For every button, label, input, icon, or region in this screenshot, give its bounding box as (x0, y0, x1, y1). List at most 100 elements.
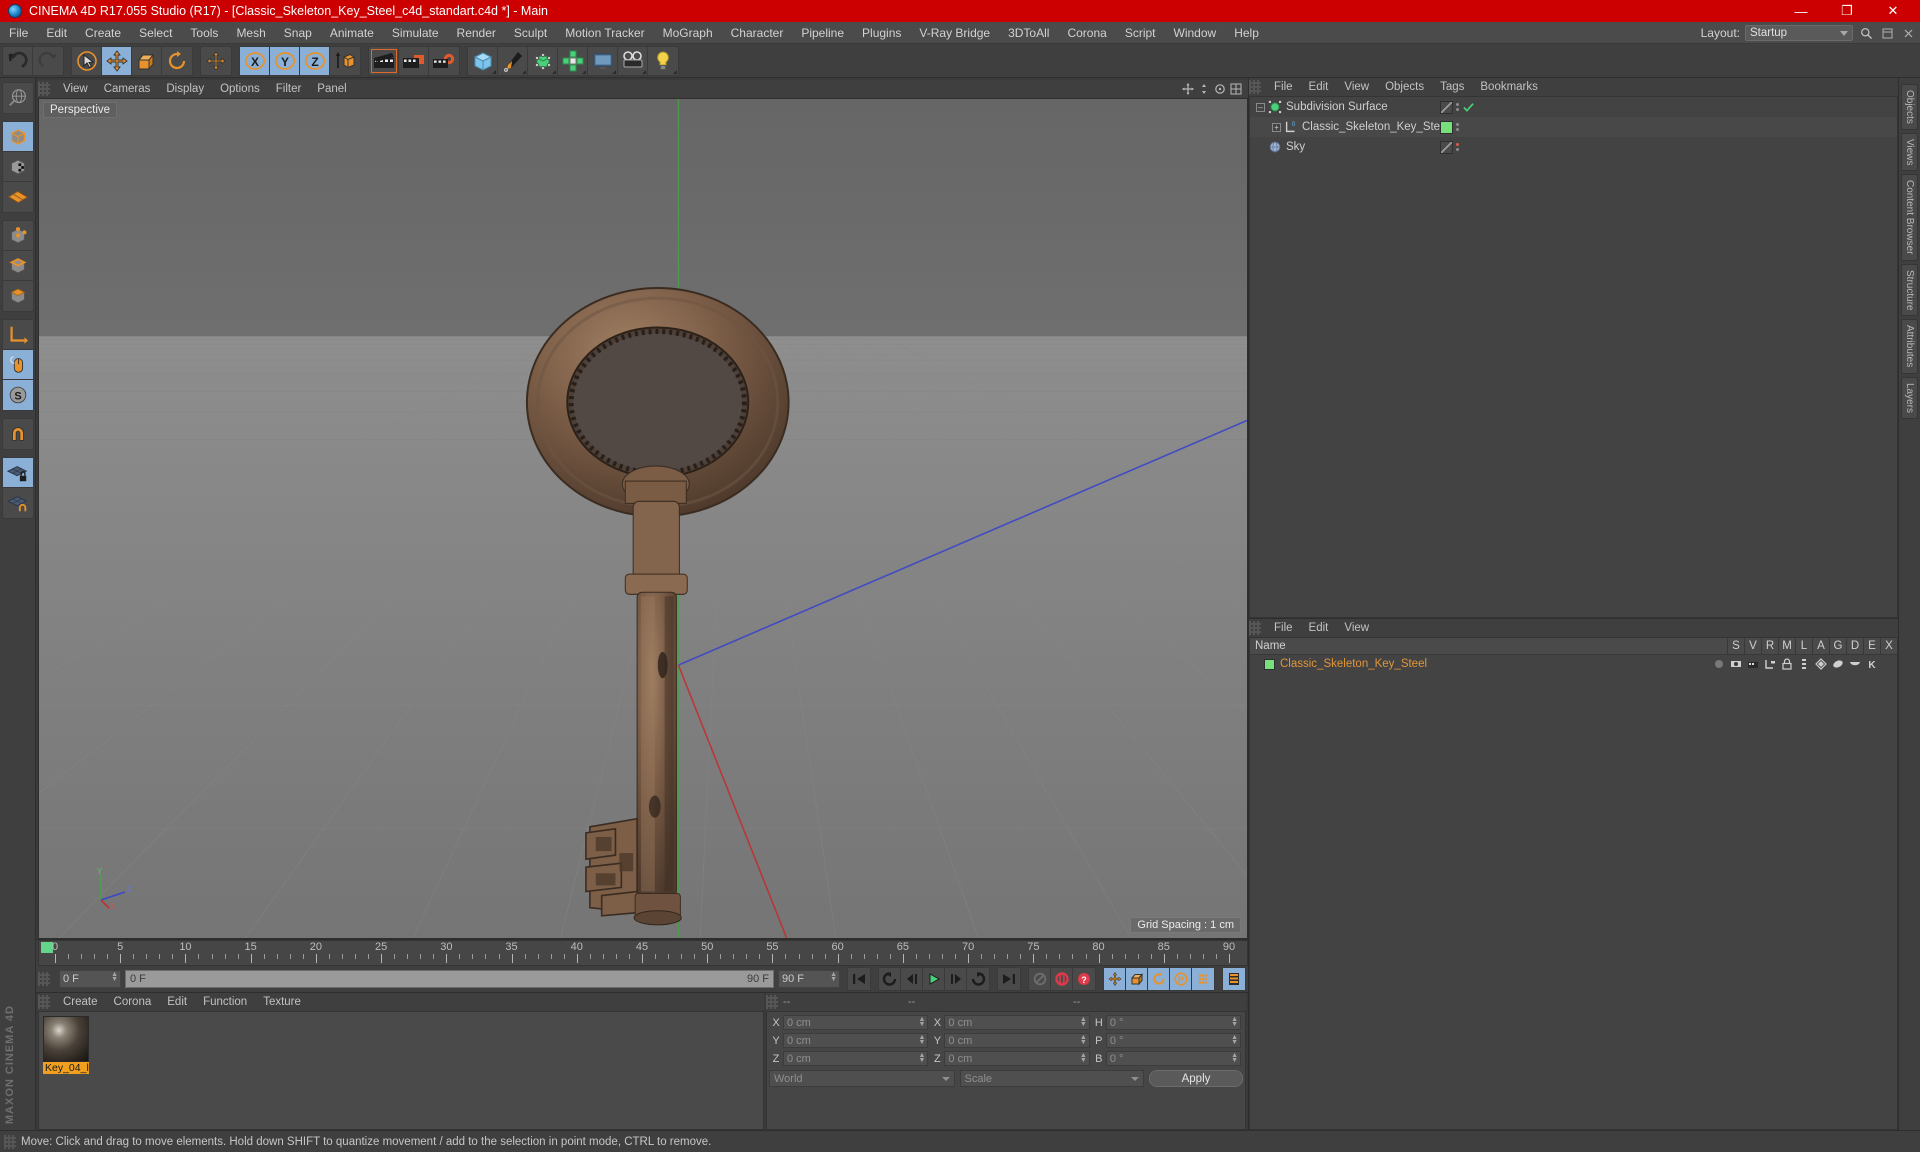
om-menu-tags[interactable]: Tags (1432, 78, 1472, 96)
perspective-viewport[interactable]: Perspective Grid Spacing : 1 cm Y Z X (38, 98, 1248, 939)
material-column-name[interactable]: Name (1250, 640, 1727, 652)
panel-grip-icon[interactable] (766, 995, 778, 1009)
rotate-tool-button[interactable] (162, 47, 192, 75)
material-column-l[interactable]: L (1795, 637, 1812, 655)
menu-item-window[interactable]: Window (1165, 22, 1226, 44)
solo-flag-icon[interactable] (1710, 658, 1727, 670)
lock-x-axis-button[interactable]: X (240, 46, 270, 75)
workplane-mode-button[interactable] (3, 182, 33, 212)
add-deformer-button[interactable] (558, 46, 588, 75)
om-menu-file[interactable]: File (1266, 78, 1301, 96)
menu-item-mesh[interactable]: Mesh (227, 22, 274, 44)
menu-item-pipeline[interactable]: Pipeline (792, 22, 853, 44)
rail-tab-objects[interactable]: Objects (1901, 84, 1918, 130)
menu-item-motion-tracker[interactable]: Motion Tracker (556, 22, 653, 44)
panel-grip-icon[interactable] (1249, 80, 1261, 94)
editor-visibility-dot[interactable] (1456, 103, 1459, 106)
object-row[interactable]: +Sky (1250, 137, 1897, 157)
spinner-icon[interactable]: ▲ ▼ (918, 1052, 925, 1064)
pos-x-field[interactable]: 0 cm ▲ ▼ (783, 1015, 929, 1030)
search-icon[interactable] (1858, 25, 1874, 41)
matmenu-create[interactable]: Create (55, 993, 106, 1011)
timeline-view-toggle-button[interactable] (1223, 968, 1245, 990)
material-row[interactable]: Classic_Skeleton_Key_Steel K (1250, 655, 1897, 673)
current-frame-field[interactable]: 0 F ▲ ▼ (59, 970, 121, 988)
viewport-maximize-icon[interactable] (1230, 83, 1242, 95)
spinner-icon[interactable]: ▲ ▼ (918, 1016, 925, 1028)
world-axis-button[interactable] (201, 47, 231, 75)
lock-y-axis-button[interactable]: Y (270, 46, 300, 75)
spinner-icon[interactable]: ▲ ▼ (1080, 1016, 1087, 1028)
menu-item-select[interactable]: Select (130, 22, 181, 44)
key-parameter-button[interactable]: P (1170, 968, 1192, 990)
material-column-s[interactable]: S (1727, 637, 1744, 655)
menu-item-sculpt[interactable]: Sculpt (505, 22, 556, 44)
render-to-picture-viewer-button[interactable] (399, 46, 429, 75)
add-generator-button[interactable] (528, 46, 558, 75)
spinner-icon[interactable]: ▲ ▼ (830, 971, 837, 983)
material-column-m[interactable]: M (1778, 637, 1795, 655)
om-menu-edit[interactable]: Edit (1301, 78, 1337, 96)
menu-item-simulate[interactable]: Simulate (383, 22, 448, 44)
material-manager-body[interactable]: Key_04_l (38, 1011, 764, 1130)
material-column-r[interactable]: R (1761, 637, 1778, 655)
spinner-icon[interactable]: ▲ ▼ (1231, 1016, 1238, 1028)
range-end-field[interactable]: 90 F ▲ ▼ (778, 970, 840, 988)
material-column-d[interactable]: D (1846, 637, 1863, 655)
size-x-field[interactable]: 0 cm ▲ ▼ (944, 1015, 1090, 1030)
viewport-menu-view[interactable]: View (55, 80, 96, 98)
go-to-start-button[interactable] (848, 968, 870, 990)
redo-button[interactable] (33, 47, 63, 75)
material-column-x[interactable]: X (1880, 637, 1897, 655)
play-button[interactable] (923, 968, 945, 990)
maximize-button[interactable]: ❐ (1824, 0, 1870, 22)
polygon-mode-button[interactable] (3, 281, 33, 311)
om-menu-view[interactable]: View (1336, 78, 1377, 96)
visibility-dots[interactable] (1456, 103, 1459, 111)
xpresso-flag-icon[interactable]: K (1863, 658, 1880, 670)
tag-placeholder-icon[interactable] (1440, 140, 1453, 154)
step-back-button[interactable] (901, 968, 923, 990)
panel-grip-icon[interactable] (1249, 621, 1261, 635)
next-key-button[interactable] (967, 968, 989, 990)
autokey-button[interactable] (1029, 968, 1051, 990)
viewport-menu-options[interactable]: Options (212, 80, 268, 98)
material-column-g[interactable]: G (1829, 637, 1846, 655)
menu-item-mograph[interactable]: MoGraph (654, 22, 722, 44)
enable-axis-modification-button[interactable] (2, 320, 33, 350)
object-row[interactable]: – Subdivision Surface (1250, 97, 1897, 117)
rail-tab-structure[interactable]: Structure (1901, 263, 1918, 317)
rail-tab-views[interactable]: Views (1901, 132, 1918, 172)
om-menu-bookmarks[interactable]: Bookmarks (1472, 78, 1546, 96)
go-to-end-button[interactable] (998, 968, 1020, 990)
menu-item-snap[interactable]: Snap (275, 22, 321, 44)
matmenu-function[interactable]: Function (195, 993, 255, 1011)
rot-b-field[interactable]: 0 ° ▲ ▼ (1105, 1051, 1241, 1066)
rail-tab-layers[interactable]: Layers (1901, 376, 1918, 419)
spinner-icon[interactable]: ▲ ▼ (1080, 1034, 1087, 1046)
tag-placeholder-icon[interactable] (1440, 100, 1453, 114)
add-camera-button[interactable] (618, 46, 648, 75)
edge-mode-button[interactable] (2, 251, 33, 281)
key-pla-button[interactable] (1192, 968, 1214, 990)
material-column-a[interactable]: A (1812, 637, 1829, 655)
lock-flag-icon[interactable] (1778, 658, 1795, 670)
render-view-button[interactable] (369, 46, 399, 75)
scale-tool-button[interactable] (132, 46, 162, 75)
minimize-button[interactable]: — (1778, 0, 1824, 22)
viewport-zoom-icon[interactable] (1198, 83, 1210, 95)
object-world-coordinate-button[interactable] (330, 47, 360, 75)
coordinate-mode-select[interactable]: Scale (959, 1070, 1144, 1087)
expand-toggle-icon[interactable]: + (1272, 122, 1281, 132)
timeline-ruler[interactable]: 0 5 10 15 20 25 30 35 40 45 50 55 60 65 70 75 80 85 90 (38, 940, 1248, 966)
material-preview-sphere[interactable] (43, 1016, 89, 1062)
multipass-flag-icon[interactable] (1761, 658, 1778, 670)
mmr-menu-file[interactable]: File (1266, 619, 1301, 637)
editor-visibility-dot[interactable] (1456, 123, 1459, 126)
material-column-e[interactable]: E (1863, 637, 1880, 655)
matmenu-texture[interactable]: Texture (255, 993, 309, 1011)
material-column-v[interactable]: V (1744, 637, 1761, 655)
viewport-menu-display[interactable]: Display (158, 80, 212, 98)
menu-item-edit[interactable]: Edit (37, 22, 76, 44)
menu-item-animate[interactable]: Animate (321, 22, 383, 44)
